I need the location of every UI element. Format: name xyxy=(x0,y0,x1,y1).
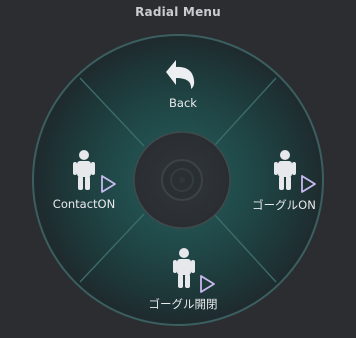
center-dot xyxy=(179,177,185,183)
radial-menu-window: Radial Menu Back ContactON ゴーグルON ゴーグル開閉 xyxy=(0,0,356,338)
radial-wheel xyxy=(32,34,324,326)
menu-item-goggle-open-close-label: ゴーグル開閉 xyxy=(148,297,218,311)
menu-item-contact-on-label: ContactON xyxy=(52,197,116,211)
menu-item-goggle-on-label: ゴーグルON xyxy=(252,198,316,212)
menu-item-back-label: Back xyxy=(169,96,197,110)
